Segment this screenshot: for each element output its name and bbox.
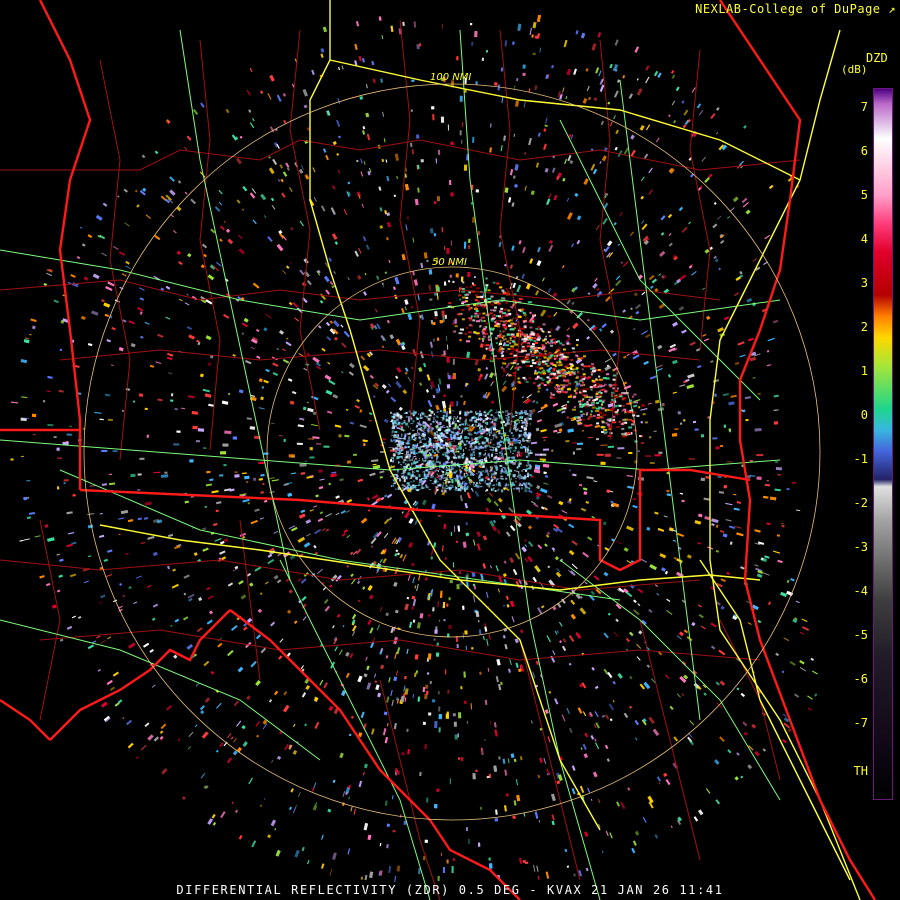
range-ring-label-100nmi: 100 NMI <box>430 72 472 83</box>
diagonal-arrow-icon: ↗ <box>888 2 896 16</box>
legend-tick: -4 <box>853 584 868 598</box>
zdr-color-scale <box>873 88 893 800</box>
product-caption: DIFFERENTIAL REFLECTIVITY (ZDR) 0.5 DEG … <box>176 883 724 897</box>
legend-tick: -5 <box>853 628 868 642</box>
legend-tick: 1 <box>860 364 868 378</box>
county-borders <box>0 19 801 900</box>
legend-product-label: DZD <box>866 51 888 65</box>
legend-units-label: (dB) <box>841 63 868 76</box>
legend-tick: 5 <box>860 188 868 202</box>
radar-map <box>0 0 877 900</box>
legend-tick: -3 <box>853 540 868 554</box>
legend-tick: -7 <box>853 716 868 730</box>
highways <box>0 29 781 900</box>
legend-tick: 2 <box>860 320 868 334</box>
credit-label: NEXLAB-College of DuPage ↗ <box>695 2 896 16</box>
legend-tick: 7 <box>860 100 868 114</box>
legend-tick: -2 <box>853 496 868 510</box>
legend-tick: 6 <box>860 144 868 158</box>
legend-tick: -1 <box>853 452 868 466</box>
range-ring-label-50nmi: 50 NMI <box>432 257 467 268</box>
legend-tick: 0 <box>860 408 868 422</box>
legend-tick: 4 <box>860 232 868 246</box>
radar-echo-field <box>10 14 818 882</box>
credit-text: NEXLAB-College of DuPage <box>695 2 881 16</box>
legend-tick: 3 <box>860 276 868 290</box>
legend-tick: -6 <box>853 672 868 686</box>
legend-tick: TH <box>853 764 868 778</box>
